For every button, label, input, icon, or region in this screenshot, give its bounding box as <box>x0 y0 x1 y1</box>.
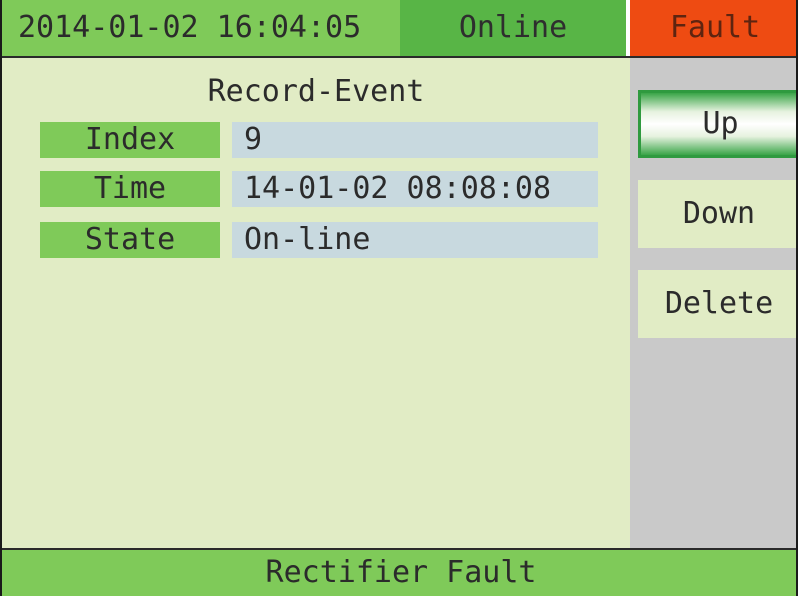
time-value: 14-01-02 08:08:08 <box>232 171 598 207</box>
hmi-screen: 2014-01-02 16:04:05 Online Fault Record-… <box>0 0 798 596</box>
datetime-display: 2014-01-02 16:04:05 <box>2 0 400 56</box>
fault-message-bar: Rectifier Fault <box>2 548 796 596</box>
up-button[interactable]: Up <box>638 90 796 158</box>
delete-button[interactable]: Delete <box>638 270 796 338</box>
page-title: Record-Event <box>207 74 425 109</box>
down-button[interactable]: Down <box>638 180 796 248</box>
online-status-indicator: Online <box>400 0 626 56</box>
record-panel: Record-Event Index 9 Time 14-01-02 08:08… <box>2 58 630 548</box>
time-label: Time <box>40 171 220 207</box>
state-label: State <box>40 222 220 258</box>
fault-status-indicator: Fault <box>630 0 796 56</box>
state-value: On-line <box>232 222 598 258</box>
index-label: Index <box>40 122 220 158</box>
index-value: 9 <box>232 122 598 158</box>
status-bar: 2014-01-02 16:04:05 Online Fault <box>2 0 796 58</box>
